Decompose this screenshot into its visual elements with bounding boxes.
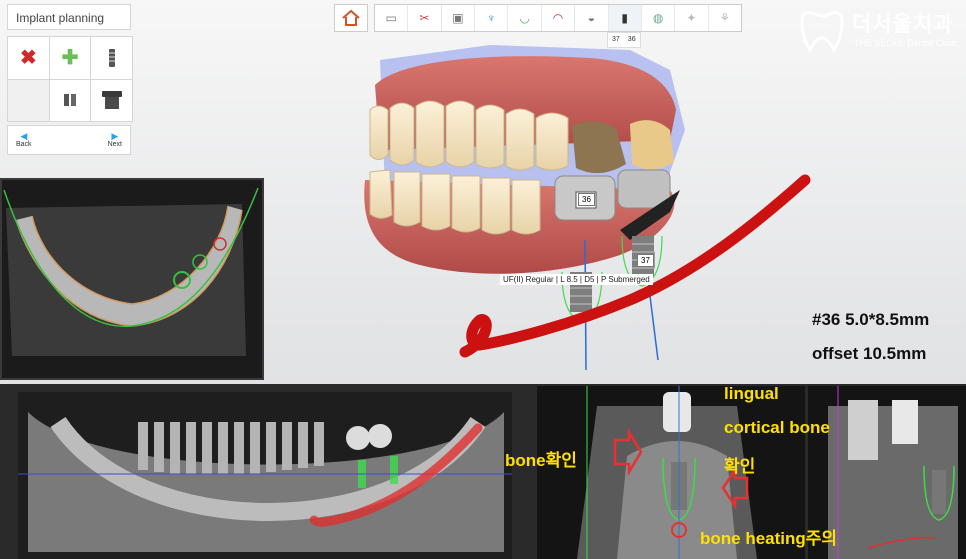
clinic-name-kr: 더서울치과 (852, 13, 954, 36)
x-icon: ✖ (19, 47, 37, 70)
curve-icon: ◠ (552, 11, 564, 25)
scanner-icon: ▭ (385, 11, 397, 25)
annotation-bone-heating: bone heating주의 (700, 529, 838, 548)
crown-icon (101, 91, 122, 110)
implant-tag-37[interactable]: 37 (637, 254, 654, 267)
implant-step-icon: ▮ (621, 11, 628, 25)
home-button[interactable] (334, 4, 368, 32)
guide-icon: ✦ (686, 11, 697, 25)
sleeve-icon: ◍ (652, 11, 664, 25)
step-sleeve[interactable]: ◍ (642, 5, 676, 31)
axial-ct-image (2, 180, 262, 378)
implant-spec-label: UF(II) Regular | L 8.5 | D5 | P Submerge… (500, 274, 653, 285)
step-ct[interactable]: ▣ (442, 5, 476, 31)
annotation-cortical-bone: cortical bone (724, 418, 830, 437)
step-crown[interactable]: ◒ (575, 5, 609, 31)
empty-tool-slot (8, 79, 49, 121)
abutment-button[interactable] (49, 79, 91, 121)
abutment-icon (63, 94, 76, 107)
export-icon: ⚘ (719, 11, 731, 25)
annotation-lingual: lingual (724, 384, 779, 403)
workflow-steps: ▭ ✂ ▣ ♆ ◡ ◠ ◒ ▮ ◍ ✦ ⚘ (374, 4, 742, 32)
annotation-check: 확인 (724, 457, 756, 476)
step-export[interactable]: ⚘ (709, 5, 741, 31)
next-button[interactable]: ▶ Next (108, 131, 122, 149)
offset-text: offset 10.5mm (812, 344, 927, 363)
crown-step-icon: ◒ (587, 11, 595, 25)
implant-size-text: #36 5.0*8.5mm (812, 310, 930, 329)
step-arch[interactable]: ◡ (508, 5, 542, 31)
nav-bar: ◀ Back ▶ Next (7, 125, 131, 155)
implant-icon (108, 48, 115, 67)
tools-icon: ✂ (419, 11, 430, 25)
plus-icon: ✚ (61, 47, 79, 70)
axial-ct-view[interactable] (0, 178, 264, 380)
arrow-left-icon: ◀ (20, 131, 28, 141)
panoramic-view[interactable] (18, 392, 512, 559)
add-implant-button[interactable]: ✚ (49, 37, 91, 79)
tool-grid: ✖ ✚ (7, 36, 133, 122)
implant-library-button[interactable] (91, 37, 132, 79)
step-scan[interactable]: ▭ (375, 5, 409, 31)
implant-tag-36[interactable]: 36 (578, 193, 595, 206)
panoramic-image (18, 392, 512, 559)
arrow-right-icon: ▶ (111, 131, 119, 141)
step-nerve[interactable]: ♆ (475, 5, 509, 31)
delete-implant-button[interactable]: ✖ (8, 37, 49, 79)
panel-title: Implant planning (7, 4, 131, 30)
monitor-icon: ▣ (452, 11, 464, 25)
step-implant[interactable]: ▮ (608, 5, 642, 31)
arch-icon: ◡ (519, 11, 530, 25)
step-guide[interactable]: ✦ (675, 5, 709, 31)
step-align[interactable]: ✂ (408, 5, 442, 31)
home-icon (342, 9, 360, 26)
step-curve[interactable]: ◠ (542, 5, 576, 31)
tooth-icon: ♆ (486, 11, 496, 25)
crown-button[interactable] (91, 79, 132, 121)
annotation-bone-check: bone확인 (505, 451, 577, 470)
back-button[interactable]: ◀ Back (16, 131, 32, 149)
clinic-name-en: THE SEOUL Dental Clinic (854, 38, 958, 48)
